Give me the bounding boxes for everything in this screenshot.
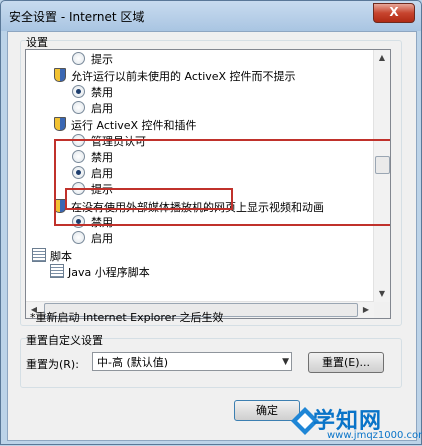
scroll-up-icon[interactable]: ▲ [374,50,390,66]
scroll-corner [374,302,390,318]
setting-category: Java 小程序脚本 [50,263,150,280]
script-icon [50,263,64,278]
setting-label: Java 小程序脚本 [68,265,150,279]
setting-label: 启用 [91,232,113,246]
setting-option[interactable]: 提示 [72,52,113,68]
security-settings-window: 安全设置 - Internet 区域 X 设置 提示允许运行以前未使用的 Act… [0,0,422,445]
setting-label: 提示 [91,53,113,66]
setting-category: 脚本 [32,247,72,264]
radio-unchecked-icon[interactable] [72,52,85,65]
dialog-client: 设置 提示 允许运行以前未使用的 ActiveX 控件而不提示 禁用 启用 运行 Act… [7,31,417,441]
watermark-url: www.jmqz1000.com [327,430,422,441]
radio-unchecked-icon[interactable] [72,231,85,245]
reset-button[interactable]: 重置(E)... [308,352,384,373]
reset-level-value: 中-高 (默认值) [97,356,169,369]
reset-level-select[interactable]: 中-高 (默认值) ▼ [92,352,292,371]
setting-label: 允许运行以前未使用的 ActiveX 控件而不提示 [71,70,296,84]
settings-list[interactable]: 提示 允许运行以前未使用的 ActiveX 控件而不提示 禁用 启用 运行 Active… [25,49,391,319]
scroll-down-icon[interactable]: ▼ [374,286,390,302]
window-title: 安全设置 - Internet 区域 [9,10,145,24]
setting-label: 禁用 [91,85,113,99]
shield-icon [54,117,66,132]
setting-option[interactable]: 启用 [72,231,113,247]
setting-label: 运行 ActiveX 控件和插件 [71,119,197,133]
chevron-down-icon[interactable]: ▼ [282,353,289,372]
setting-category: 运行 ActiveX 控件和插件 [54,117,197,133]
script-icon [32,247,46,262]
highlight-box-enable [65,188,233,210]
radio-checked-icon[interactable] [72,84,85,98]
settings-group-label: 设置 [26,36,48,49]
reset-group-label: 重置自定义设置 [26,334,103,347]
setting-option[interactable]: 禁用 [72,84,113,101]
scroll-right-icon[interactable]: ▶ [358,302,374,318]
reset-to-label: 重置为(R): [26,358,79,371]
setting-label: 脚本 [50,249,72,263]
setting-option[interactable]: 启用 [72,100,113,117]
radio-unchecked-icon[interactable] [72,100,85,114]
setting-label: 启用 [91,101,113,115]
shield-icon [54,68,66,83]
highlight-box-activex [54,139,390,226]
restart-note: *重新启动 Internet Explorer 之后生效 [30,311,224,324]
setting-category: 允许运行以前未使用的 ActiveX 控件而不提示 [54,68,296,84]
close-button[interactable]: X [373,3,415,23]
